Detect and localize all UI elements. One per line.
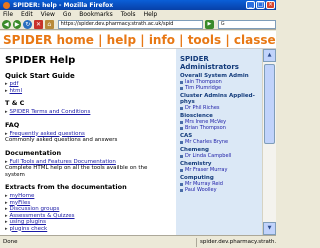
faq-heading: FAQ (5, 120, 20, 129)
admin-person-name: Tim Plumridge (185, 85, 222, 91)
go-icon[interactable]: ▶ (205, 19, 214, 29)
close-button[interactable]: × (266, 1, 275, 9)
menu-file[interactable]: File (3, 11, 13, 18)
status-bar: Done spider.dev.pharmacy.strath.ac.uk (0, 235, 276, 248)
menu-edit[interactable]: Edit (21, 11, 33, 18)
menu-bar: File Edit View Go Bookmarks Tools Help (0, 10, 276, 19)
person-icon (180, 140, 183, 144)
firefox-icon (3, 1, 10, 9)
window-title: SPIDER: help - Mozilla Firefox (13, 1, 114, 9)
admin-person[interactable]: Mr Charles Bryne (180, 139, 262, 145)
vertical-scrollbar[interactable]: ▲ ▼ (262, 49, 276, 235)
page-title: SPIDER Help (5, 55, 76, 66)
banner-separator: | (136, 33, 149, 47)
administrators-sidebar: SPIDER Administrators Overall System Adm… (176, 49, 262, 235)
navigation-toolbar: ◀ ▶ ↻ ✕ ⌂ https://spider.dev.pharmacy.st… (0, 19, 276, 30)
person-icon (180, 168, 183, 172)
extracts-heading: Extracts from the documentation (5, 183, 127, 191)
admin-person-name: Dr Phil Riches (185, 105, 220, 111)
banner-separator: | (221, 33, 234, 47)
person-icon (180, 188, 183, 192)
address-bar[interactable]: https://spider.dev.pharmacy.strath.ac.uk… (57, 19, 204, 29)
menu-help[interactable]: Help (144, 11, 158, 18)
scroll-down-icon[interactable]: ▼ (263, 222, 276, 235)
reload-icon[interactable]: ↻ (23, 19, 33, 29)
admin-person-name: Brian Thompson (185, 125, 226, 131)
person-icon (180, 106, 183, 110)
person-icon (180, 154, 183, 158)
banner-link-home[interactable]: SPIDER home (3, 33, 94, 47)
admin-group: Cluster Admins Applied-phys (180, 93, 255, 105)
home-icon[interactable]: ⌂ (44, 19, 54, 29)
quick-start-heading: Quick Start Guide (5, 72, 75, 80)
person-icon (180, 86, 183, 90)
person-icon (180, 182, 183, 186)
admin-person[interactable]: Dr Phil Riches (180, 105, 262, 111)
window-titlebar: SPIDER: help - Mozilla Firefox _ □ × (0, 0, 276, 10)
admin-person[interactable]: Paul Woolley (180, 187, 262, 193)
documentation-description: Complete HTML help on all the tools avai… (5, 165, 148, 178)
scroll-thumb[interactable] (264, 64, 275, 144)
back-icon[interactable]: ◀ (2, 19, 11, 29)
admin-person[interactable]: Mr Fraser Murray (180, 167, 262, 173)
admin-person[interactable]: Brian Thompson (180, 125, 262, 131)
sidebar-title: SPIDER Administrators (180, 55, 239, 71)
person-icon (180, 80, 183, 84)
faq-description: Commonly asked questions and answers (5, 137, 118, 143)
status-host: spider.dev.pharmacy.strath.ac.uk (196, 237, 276, 247)
banner-separator: | (174, 33, 188, 47)
spider-nav-banner: SPIDER home | help | info | tools | clas… (0, 31, 276, 49)
admin-person[interactable]: Tim Plumridge (180, 85, 262, 91)
banner-separator: | (93, 33, 107, 47)
stop-icon[interactable]: ✕ (34, 19, 43, 29)
extract-link-plugins-check[interactable]: plugins check (5, 226, 165, 233)
person-icon (180, 126, 183, 130)
tc-heading: T & C (5, 99, 25, 107)
status-text: Done (3, 239, 18, 245)
admin-person-name: Paul Woolley (185, 187, 217, 193)
banner-link-classes[interactable]: classes (234, 33, 276, 47)
documentation-heading: Documentation (5, 148, 62, 157)
help-main: SPIDER Help Quick Start Guide pdf html T… (5, 55, 165, 232)
banner-link-tools[interactable]: tools (188, 33, 221, 47)
menu-bookmarks[interactable]: Bookmarks (79, 11, 113, 18)
admin-person[interactable]: Dr Linda Campbell (180, 153, 262, 159)
search-input[interactable]: G (217, 19, 276, 29)
maximize-button[interactable]: □ (256, 1, 265, 9)
banner-link-info[interactable]: info (149, 33, 175, 47)
menu-view[interactable]: View (41, 11, 55, 18)
scroll-up-icon[interactable]: ▲ (263, 49, 276, 62)
admin-person-name: Mr Charles Bryne (185, 139, 229, 145)
menu-go[interactable]: Go (63, 11, 71, 18)
admin-person-name: Mr Fraser Murray (185, 167, 228, 173)
admin-person-name: Dr Linda Campbell (185, 153, 232, 159)
minimize-button[interactable]: _ (246, 1, 255, 9)
menu-tools[interactable]: Tools (121, 11, 136, 18)
page-content: SPIDER Help Quick Start Guide pdf html T… (0, 49, 262, 235)
quick-start-html-link[interactable]: html (5, 88, 165, 95)
banner-link-help[interactable]: help (107, 33, 136, 47)
forward-icon[interactable]: ▶ (12, 19, 22, 29)
person-icon (180, 120, 183, 124)
terms-link[interactable]: SPIDER Terms and Conditions (5, 109, 165, 116)
